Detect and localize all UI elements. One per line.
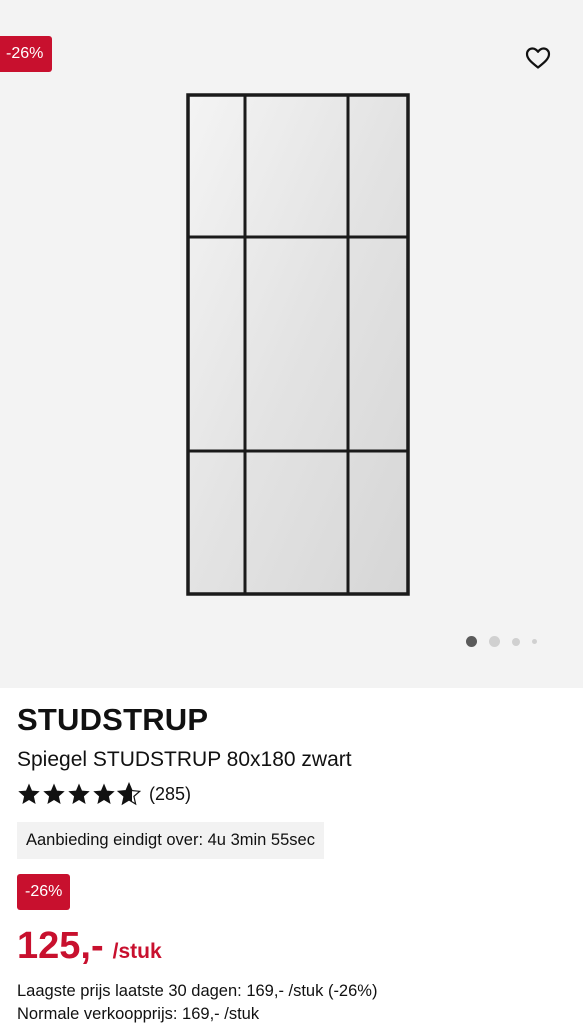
- pagination-dot[interactable]: [532, 639, 537, 644]
- star-full-icon: [68, 783, 90, 804]
- star-full-icon: [18, 783, 40, 804]
- review-count[interactable]: (285): [149, 784, 191, 805]
- price-unit: /stuk: [112, 940, 162, 963]
- price-notes: Laagste prijs laatste 30 dagen: 169,- /s…: [17, 980, 567, 1026]
- star-half-icon: [117, 782, 141, 806]
- product-title: Spiegel STUDSTRUP 80x180 zwart: [17, 748, 352, 771]
- offer-countdown: Aanbieding eindigt over: 4u 3min 55sec: [17, 822, 324, 859]
- heart-icon: [525, 47, 551, 69]
- rating-summary[interactable]: (285): [17, 782, 567, 806]
- product-image[interactable]: [186, 93, 410, 596]
- price-row: 125,- /stuk: [17, 925, 567, 967]
- star-rating: [17, 782, 141, 806]
- star-full-icon: [43, 783, 65, 804]
- discount-badge: -26%: [17, 874, 71, 910]
- normal-price-note: Normale verkoopprijs: 169,- /stuk: [17, 1005, 260, 1023]
- pagination-dot[interactable]: [512, 637, 520, 646]
- product-image-gallery[interactable]: -26%: [0, 0, 583, 688]
- product-info: STUDSTRUP Spiegel STUDSTRUP 80x180 zwart…: [17, 700, 567, 1026]
- price: 125,-: [17, 925, 104, 967]
- image-pagination[interactable]: [466, 636, 537, 647]
- pagination-dot-active[interactable]: [466, 636, 477, 647]
- lowest-price-note: Laagste prijs laatste 30 dagen: 169,- /s…: [17, 982, 378, 1000]
- product-brand: STUDSTRUP: [17, 702, 209, 737]
- star-full-icon: [93, 783, 115, 804]
- discount-badge-image: -26%: [0, 36, 53, 72]
- pagination-dot[interactable]: [489, 636, 500, 647]
- wishlist-button[interactable]: [522, 42, 554, 74]
